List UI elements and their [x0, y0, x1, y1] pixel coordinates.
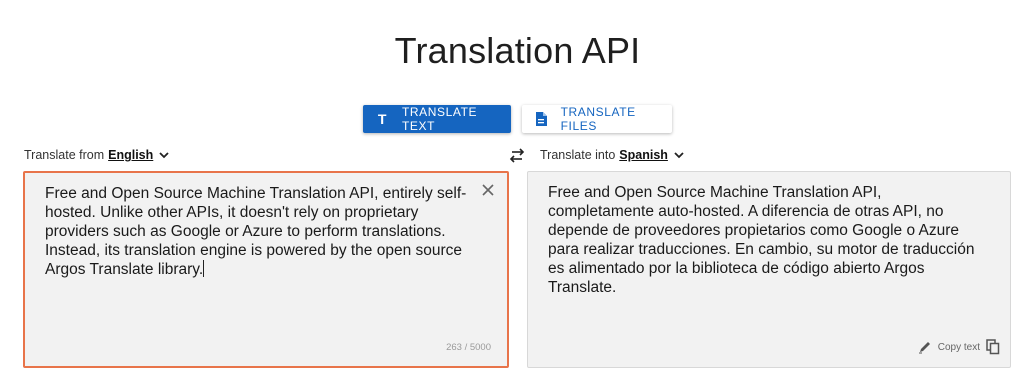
translate-text-label: TRANSLATE TEXT	[401, 105, 478, 133]
target-language-select[interactable]: Spanish	[619, 148, 668, 162]
copy-controls: Copy text	[918, 339, 1000, 355]
character-count: 263 / 5000	[446, 342, 491, 353]
source-text-area[interactable]: Free and Open Source Machine Translation…	[23, 171, 509, 368]
target-language-label: Translate into	[540, 148, 616, 162]
page-title: Translation API	[394, 30, 641, 71]
source-text: Free and Open Source Machine Translation…	[45, 185, 467, 278]
target-text-area: Free and Open Source Machine Translation…	[527, 171, 1011, 368]
chevron-down-icon[interactable]	[159, 151, 169, 159]
close-icon[interactable]	[481, 183, 495, 197]
translate-files-button[interactable]: TRANSLATE FILES	[522, 105, 672, 133]
copy-icon[interactable]	[986, 339, 1000, 355]
source-language-select[interactable]: English	[108, 148, 153, 162]
source-text-content[interactable]: Free and Open Source Machine Translation…	[45, 184, 475, 279]
swap-languages-icon[interactable]	[508, 148, 526, 164]
pencil-icon[interactable]	[918, 340, 932, 354]
file-document-icon	[522, 112, 561, 126]
source-language-label: Translate from	[24, 148, 105, 162]
translated-text: Free and Open Source Machine Translation…	[548, 184, 975, 296]
target-language-row: Translate into Spanish	[540, 148, 684, 162]
chevron-down-icon[interactable]	[674, 151, 684, 159]
translate-text-button[interactable]: T TRANSLATE TEXT	[363, 105, 511, 133]
text-caret	[203, 260, 205, 277]
source-language-row: Translate from English	[24, 148, 169, 162]
copy-text-button[interactable]: Copy text	[938, 342, 980, 353]
translate-files-label: TRANSLATE FILES	[560, 105, 636, 133]
mode-tabs: T TRANSLATE TEXT TRANSLATE FILES	[0, 105, 1035, 133]
text-format-icon: T	[377, 111, 388, 127]
